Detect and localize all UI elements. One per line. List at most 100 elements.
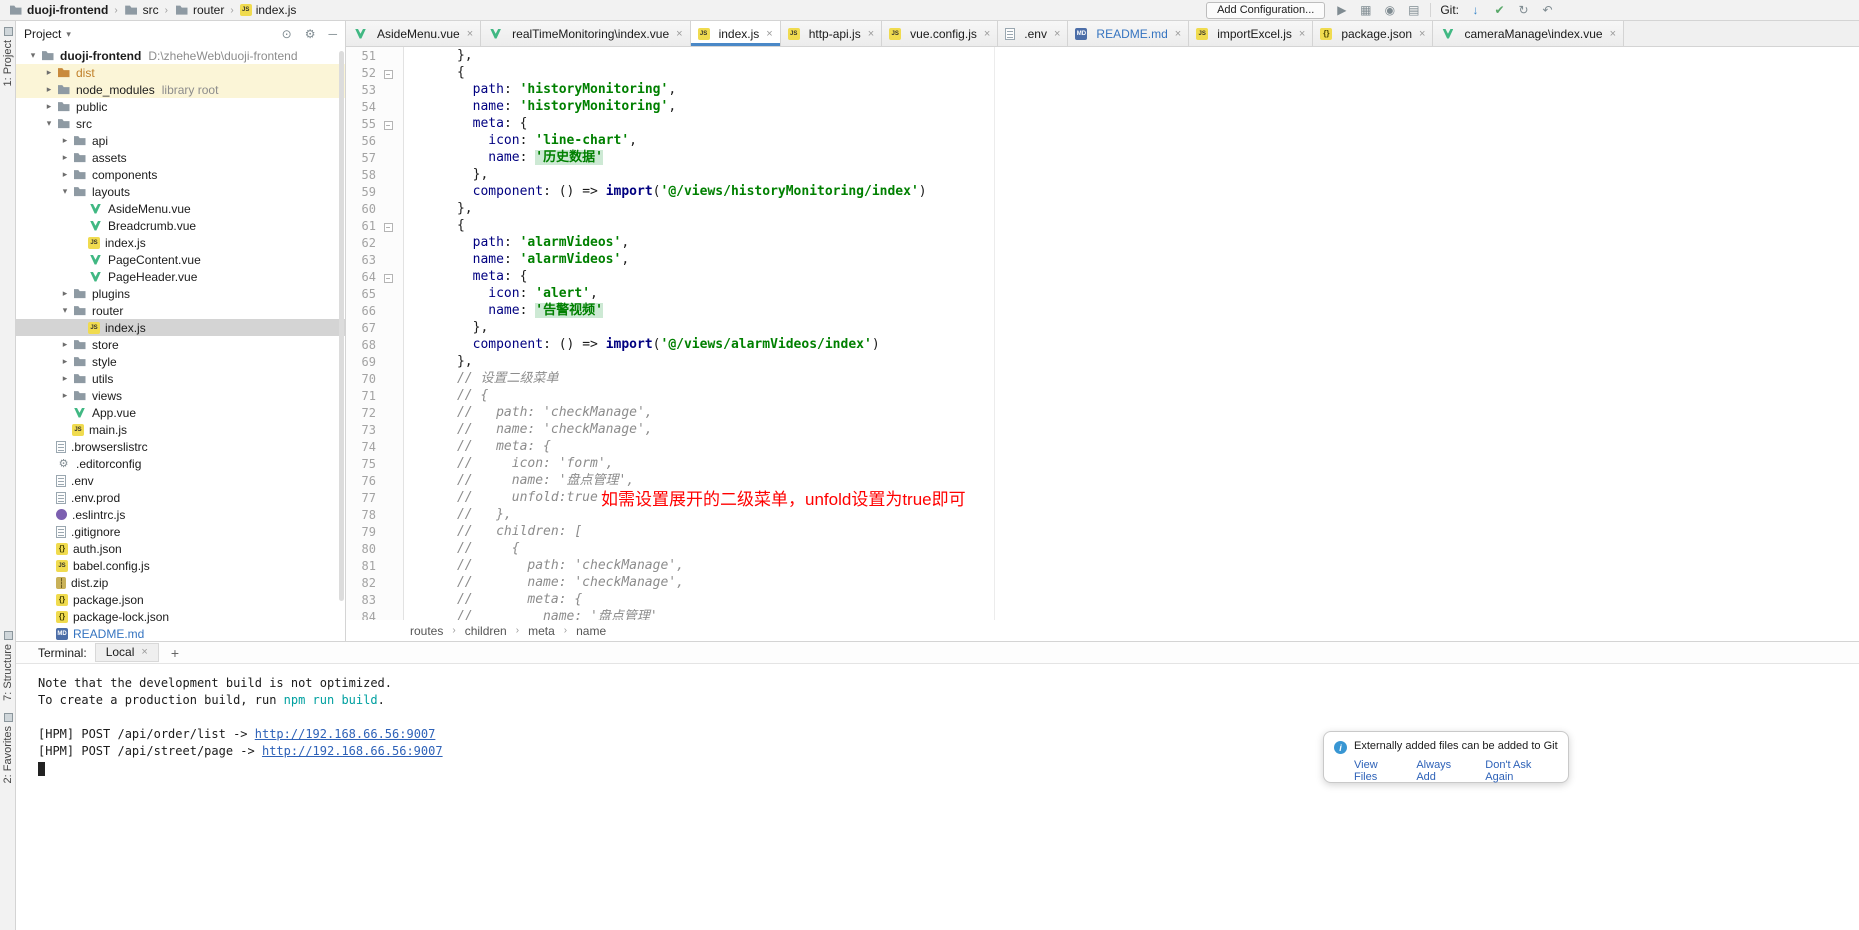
code-line[interactable]: }, — [410, 200, 1859, 217]
chevron-right-icon[interactable]: ▸ — [42, 84, 56, 95]
tree-item-gitignore[interactable]: .gitignore — [16, 523, 345, 540]
nav-crumb-duoji-frontend[interactable]: duoji-frontend — [6, 3, 110, 17]
tab-asidemenu-vue[interactable]: AsideMenu.vue× — [346, 21, 481, 46]
chevron-right-icon[interactable]: ▸ — [58, 152, 72, 163]
tree-item-babel-config-js[interactable]: JSbabel.config.js — [16, 557, 345, 574]
chevron-right-icon[interactable]: ▸ — [58, 169, 72, 180]
code-line[interactable]: // meta: { — [410, 438, 1859, 455]
code-line[interactable]: { — [410, 64, 1859, 81]
close-tab-icon[interactable]: × — [868, 28, 874, 40]
run-icon[interactable]: ▶ — [1334, 3, 1349, 17]
tab-realtimemonitoring-index-vue[interactable]: realTimeMonitoring\index.vue× — [481, 21, 690, 46]
close-tab-icon[interactable]: × — [1054, 28, 1060, 40]
code-line[interactable]: }, — [410, 47, 1859, 64]
tree-item-editorconfig[interactable]: ⚙.editorconfig — [16, 455, 345, 472]
code-line[interactable]: meta: { — [410, 268, 1859, 285]
tab-importexcel-js[interactable]: JSimportExcel.js× — [1189, 21, 1313, 46]
fold-marker-icon[interactable]: − — [376, 270, 400, 284]
tree-item-dist[interactable]: ▸dist — [16, 64, 345, 81]
chevron-down-icon[interactable]: ▾ — [58, 305, 72, 316]
chevron-right-icon[interactable]: ▸ — [58, 288, 72, 299]
tree-item-duoji-frontend[interactable]: ▾duoji-frontendD:\zheheWeb\duoji-fronten… — [16, 47, 345, 64]
profiler-icon[interactable]: ◉ — [1382, 3, 1397, 17]
code-line[interactable]: // name: 'checkManage', — [410, 421, 1859, 438]
tree-item-breadcrumb-vue[interactable]: Breadcrumb.vue — [16, 217, 345, 234]
tree-item-api[interactable]: ▸api — [16, 132, 345, 149]
tree-item-package-lock-json[interactable]: {}package-lock.json — [16, 608, 345, 625]
tree-item-plugins[interactable]: ▸plugins — [16, 285, 345, 302]
code-line[interactable]: // children: [ — [410, 523, 1859, 540]
tree-item-env[interactable]: .env — [16, 472, 345, 489]
chevron-down-icon[interactable]: ▾ — [26, 50, 40, 61]
editor-crumb-meta[interactable]: meta — [528, 624, 555, 638]
code-line[interactable]: // name: 'checkManage', — [410, 574, 1859, 591]
terminal-tab-local[interactable]: Local× — [95, 643, 159, 662]
code-line[interactable]: // icon: 'form', — [410, 455, 1859, 472]
chevron-right-icon[interactable]: ▸ — [58, 356, 72, 367]
editor-crumb-name[interactable]: name — [576, 624, 606, 638]
tree-item-env-prod[interactable]: .env.prod — [16, 489, 345, 506]
code-line[interactable]: name: '告警视频' — [410, 302, 1859, 319]
close-tab-icon[interactable]: × — [1610, 28, 1616, 40]
tree-item-auth-json[interactable]: {}auth.json — [16, 540, 345, 557]
tree-item-layouts[interactable]: ▾layouts — [16, 183, 345, 200]
editor-crumb-routes[interactable]: routes — [410, 624, 443, 638]
close-tab-icon[interactable]: × — [1419, 28, 1425, 40]
code-line[interactable]: path: 'historyMonitoring', — [410, 81, 1859, 98]
close-tab-icon[interactable]: × — [141, 646, 147, 658]
chevron-right-icon[interactable]: ▸ — [42, 101, 56, 112]
git-update-icon[interactable]: ↓ — [1468, 3, 1483, 17]
tree-item-store[interactable]: ▸store — [16, 336, 345, 353]
tree-item-main-js[interactable]: JSmain.js — [16, 421, 345, 438]
tree-item-readme-md[interactable]: MDREADME.md — [16, 625, 345, 641]
tree-item-browserslistrc[interactable]: .browserslistrc — [16, 438, 345, 455]
tab-index-js[interactable]: JSindex.js× — [691, 21, 781, 46]
add-configuration-button[interactable]: Add Configuration... — [1206, 2, 1325, 19]
tool-button-favorites[interactable]: 2: Favorites — [0, 713, 16, 783]
code-line[interactable]: // path: 'checkManage', — [410, 404, 1859, 421]
project-panel-header[interactable]: Project ▾ ⊙ ⚙ ─ — [16, 21, 345, 47]
notification-action-view-files[interactable]: View Files — [1354, 759, 1401, 783]
code-line[interactable]: }, — [410, 353, 1859, 370]
tree-item-eslintrc-js[interactable]: .eslintrc.js — [16, 506, 345, 523]
close-tab-icon[interactable]: × — [984, 28, 990, 40]
chevron-right-icon[interactable]: ▸ — [58, 135, 72, 146]
code-line[interactable]: // { — [410, 387, 1859, 404]
hide-panel-icon[interactable]: ─ — [328, 27, 337, 41]
code-line[interactable]: // path: 'checkManage', — [410, 557, 1859, 574]
terminal-link[interactable]: http://192.168.66.56:9007 — [255, 727, 436, 741]
settings-gear-icon[interactable]: ⚙ — [305, 27, 316, 41]
chevron-down-icon[interactable]: ▾ — [58, 186, 72, 197]
chevron-down-icon[interactable]: ▾ — [42, 118, 56, 129]
code-line[interactable]: // { — [410, 540, 1859, 557]
code-line[interactable]: path: 'alarmVideos', — [410, 234, 1859, 251]
tab-env[interactable]: .env× — [998, 21, 1068, 46]
editor-crumb-children[interactable]: children — [465, 624, 507, 638]
code-line[interactable]: // 设置二级菜单 — [410, 370, 1859, 387]
tree-item-pagecontent-vue[interactable]: PageContent.vue — [16, 251, 345, 268]
code-line[interactable]: name: '历史数据' — [410, 149, 1859, 166]
tree-item-index-js[interactable]: JSindex.js — [16, 319, 345, 336]
close-tab-icon[interactable]: × — [766, 28, 772, 40]
tree-item-node-modules[interactable]: ▸node_moduleslibrary root — [16, 81, 345, 98]
tree-item-assets[interactable]: ▸assets — [16, 149, 345, 166]
tree-item-pageheader-vue[interactable]: PageHeader.vue — [16, 268, 345, 285]
tab-vue-config-js[interactable]: JSvue.config.js× — [882, 21, 998, 46]
code-line[interactable]: component: () => import('@/views/alarmVi… — [410, 336, 1859, 353]
close-tab-icon[interactable]: × — [1299, 28, 1305, 40]
code-line[interactable]: // meta: { — [410, 591, 1859, 608]
locate-icon[interactable]: ⊙ — [282, 27, 292, 41]
code-area[interactable]: }, { path: 'historyMonitoring', name: 'h… — [404, 47, 1859, 620]
tab-cameramanage-index-vue[interactable]: cameraManage\index.vue× — [1433, 21, 1624, 46]
close-tab-icon[interactable]: × — [1175, 28, 1181, 40]
tree-item-app-vue[interactable]: App.vue — [16, 404, 345, 421]
tree-scrollbar[interactable] — [339, 51, 344, 601]
tree-item-components[interactable]: ▸components — [16, 166, 345, 183]
tab-http-api-js[interactable]: JShttp-api.js× — [781, 21, 882, 46]
fold-marker-icon[interactable]: − — [376, 117, 400, 131]
code-line[interactable]: icon: 'line-chart', — [410, 132, 1859, 149]
code-line[interactable]: }, — [410, 166, 1859, 183]
code-line[interactable]: meta: { — [410, 115, 1859, 132]
tree-item-utils[interactable]: ▸utils — [16, 370, 345, 387]
tree-item-dist-zip[interactable]: dist.zip — [16, 574, 345, 591]
